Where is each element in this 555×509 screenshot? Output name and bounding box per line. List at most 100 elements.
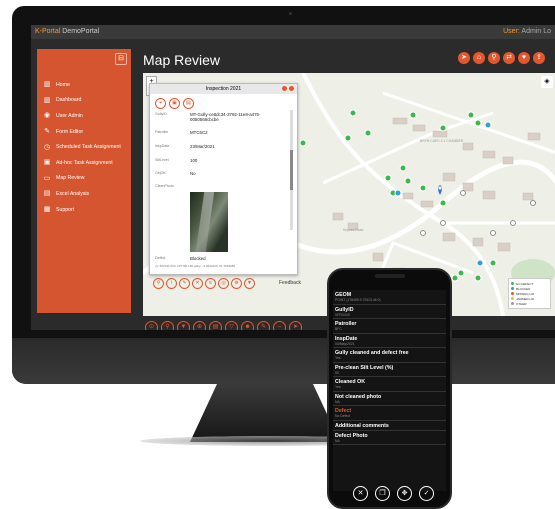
- zoom-icon[interactable]: ⊕: [193, 321, 206, 330]
- feedback-link[interactable]: Feedback: [279, 280, 301, 286]
- camera: [289, 12, 292, 15]
- legend-item: OTHER: [511, 301, 548, 306]
- clock-icon: ◷: [43, 143, 51, 151]
- field-value: No: [190, 171, 196, 176]
- field-label: ObjOK: [155, 171, 166, 175]
- export-icon[interactable]: ⇪: [533, 52, 545, 64]
- search-icon[interactable]: ⚲: [161, 321, 174, 330]
- navigate-icon[interactable]: ➤: [458, 52, 470, 64]
- field-geom: GEOM POINT (178495.9 72523.46 0): [333, 290, 446, 305]
- sidebar-item-support[interactable]: ▦ Support: [37, 202, 131, 218]
- document-icon[interactable]: ▤: [209, 321, 222, 330]
- move-icon[interactable]: ✥: [397, 486, 412, 501]
- clean-photo[interactable]: [190, 192, 228, 252]
- confirm-icon[interactable]: ✓: [419, 486, 434, 501]
- sidebar-item-label: Dashboard: [56, 97, 82, 104]
- layers-icon[interactable]: ◈: [541, 76, 553, 88]
- popup-scrollbar[interactable]: [290, 110, 293, 230]
- photo-icon[interactable]: ▣: [169, 98, 180, 109]
- monitor-chin: [12, 338, 555, 384]
- heart-icon[interactable]: ♥: [518, 52, 530, 64]
- monitor-stand: [190, 384, 340, 442]
- sidebar-item-scheduled-task[interactable]: ◷ Scheduled Task Assignment: [37, 139, 131, 155]
- user-icon: ◉: [43, 112, 51, 120]
- chart-icon: ▥: [43, 96, 51, 104]
- map-label: Keynes Road: [343, 228, 364, 232]
- sidebar-item-dashboard[interactable]: ▥ Dashboard: [37, 93, 131, 109]
- document-icon[interactable]: ▤: [183, 98, 194, 109]
- inspection-popup: Inspection 2021 ⌖ ▣ ▤ GullyID MT-Gully-c…: [149, 83, 298, 275]
- sidebar-item-label: Map Review: [56, 175, 85, 182]
- page-title: Map Review: [143, 52, 221, 68]
- minimize-icon[interactable]: [282, 86, 287, 91]
- home-icon[interactable]: ⌂: [473, 52, 485, 64]
- sidebar-item-label: User Admin: [56, 112, 83, 119]
- copy-icon[interactable]: ❐: [375, 486, 390, 501]
- chart-icon: ▥: [43, 81, 51, 89]
- popup-actions: ⌖ ▣ ▤: [155, 98, 194, 109]
- sidebar-item-label: Home: [56, 81, 70, 88]
- field-cleaned-defect-free: Gully cleaned and defect free Yes: [333, 348, 446, 363]
- field-defect: Defect No Defect: [333, 406, 446, 421]
- top-bar: K-Portal DemoPortal User: Admin Lo: [31, 25, 555, 39]
- close-icon[interactable]: [289, 86, 294, 91]
- filter-icon[interactable]: ▼: [177, 321, 190, 330]
- grid-icon: ▦: [43, 206, 51, 214]
- field-label: InspDate: [155, 144, 170, 148]
- field-label: SiltLevel: [155, 158, 169, 162]
- person-icon[interactable]: ☻: [241, 321, 254, 330]
- coords-text: xy: 502191.060, 207790.180 wkkp: -3.4542…: [155, 264, 236, 268]
- compare-icon[interactable]: ⇄: [503, 52, 515, 64]
- filter-icon[interactable]: ⚲: [488, 52, 500, 64]
- filter-icon[interactable]: ▼: [244, 278, 255, 289]
- field-label: GullyID: [155, 112, 167, 116]
- screen: K-Portal DemoPortal User: Admin Lo ⊟ ▥ Ho…: [31, 25, 555, 330]
- sidebar-item-label: Ad-hoc Task Assignment: [56, 159, 113, 166]
- field-label: CleanPhoto: [155, 184, 174, 188]
- camera-icon[interactable]: ◎: [218, 278, 229, 289]
- measure-icon[interactable]: ⇔: [273, 321, 286, 330]
- sidebar-item-label: Support: [56, 206, 75, 213]
- sidebar-item-map-review[interactable]: ▭ Map Review: [37, 171, 131, 187]
- delete-icon[interactable]: ✕: [192, 278, 203, 289]
- draw-icon[interactable]: ✎: [257, 321, 270, 330]
- field-value: 100: [190, 158, 198, 163]
- user-info[interactable]: User: Admin Lo: [503, 28, 551, 35]
- monitor-frame: K-Portal DemoPortal User: Admin Lo ⊟ ▥ Ho…: [12, 6, 555, 384]
- phone: GEOM POINT (178495.9 72523.46 0) GullyID V…: [327, 268, 452, 509]
- map-label: BRYN CAED 4 1 CHAMBER: [420, 139, 464, 143]
- sidebar-item-label: Scheduled Task Assignment: [56, 144, 121, 151]
- map-toolbar: ➤ ⌂ ⚲ ⇄ ♥ ⇪: [458, 52, 545, 64]
- field-inspdate: InspDate 04/May/2021: [333, 334, 446, 348]
- target-icon[interactable]: ⊕: [231, 278, 242, 289]
- sidebar: ⊟ ▥ Home ▥ Dashboard ◉ User Admin ✎ Form Edi…: [37, 49, 131, 313]
- phone-screen: GEOM POINT (178495.9 72523.46 0) GullyID V…: [333, 290, 446, 491]
- pin-icon[interactable]: ⚲: [153, 278, 164, 289]
- zoom-to-icon[interactable]: ⌖: [155, 98, 166, 109]
- funnel-icon[interactable]: ▽: [225, 321, 238, 330]
- field-patroller: Patroller BFC: [333, 319, 446, 334]
- field-value: 23/Mar/2021: [190, 144, 215, 149]
- sidebar-item-label: Excel Analysis: [56, 190, 90, 197]
- logout-link[interactable]: Lo: [543, 28, 551, 35]
- cancel-icon[interactable]: ✕: [353, 486, 368, 501]
- sidebar-item-excel-analysis[interactable]: ▤ Excel Analysis: [37, 186, 131, 202]
- sidebar-item-adhoc-task[interactable]: ▣ Ad-hoc Task Assignment: [37, 155, 131, 171]
- info-icon[interactable]: i: [166, 278, 177, 289]
- navigate-icon[interactable]: ➤: [289, 321, 302, 330]
- sidebar-item-user-admin[interactable]: ◉ User Admin: [37, 108, 131, 124]
- sidebar-item-form-editor[interactable]: ✎ Form Editor: [37, 124, 131, 140]
- collapse-sidebar-icon[interactable]: ⊟: [115, 53, 127, 65]
- field-gullyid: GullyID VFRX349: [333, 305, 446, 319]
- list-icon[interactable]: ≡: [205, 278, 216, 289]
- locate-icon[interactable]: ⊙: [145, 321, 158, 330]
- field-label: Defect: [155, 256, 166, 260]
- field-value: MT-Gully-ce8dc34-3792-11e8-a475-0050568c…: [190, 112, 261, 122]
- sidebar-item-home[interactable]: ▥ Home: [37, 77, 131, 93]
- map-icon: ▭: [43, 174, 51, 182]
- sidebar-nav: ▥ Home ▥ Dashboard ◉ User Admin ✎ Form Edito…: [37, 77, 131, 217]
- edit-icon[interactable]: ✎: [179, 278, 190, 289]
- popup-title: Inspection 2021: [205, 86, 242, 92]
- field-comments: Additional comments: [333, 421, 446, 431]
- field-not-cleaned-photo: Not cleaned photo NA: [333, 392, 446, 406]
